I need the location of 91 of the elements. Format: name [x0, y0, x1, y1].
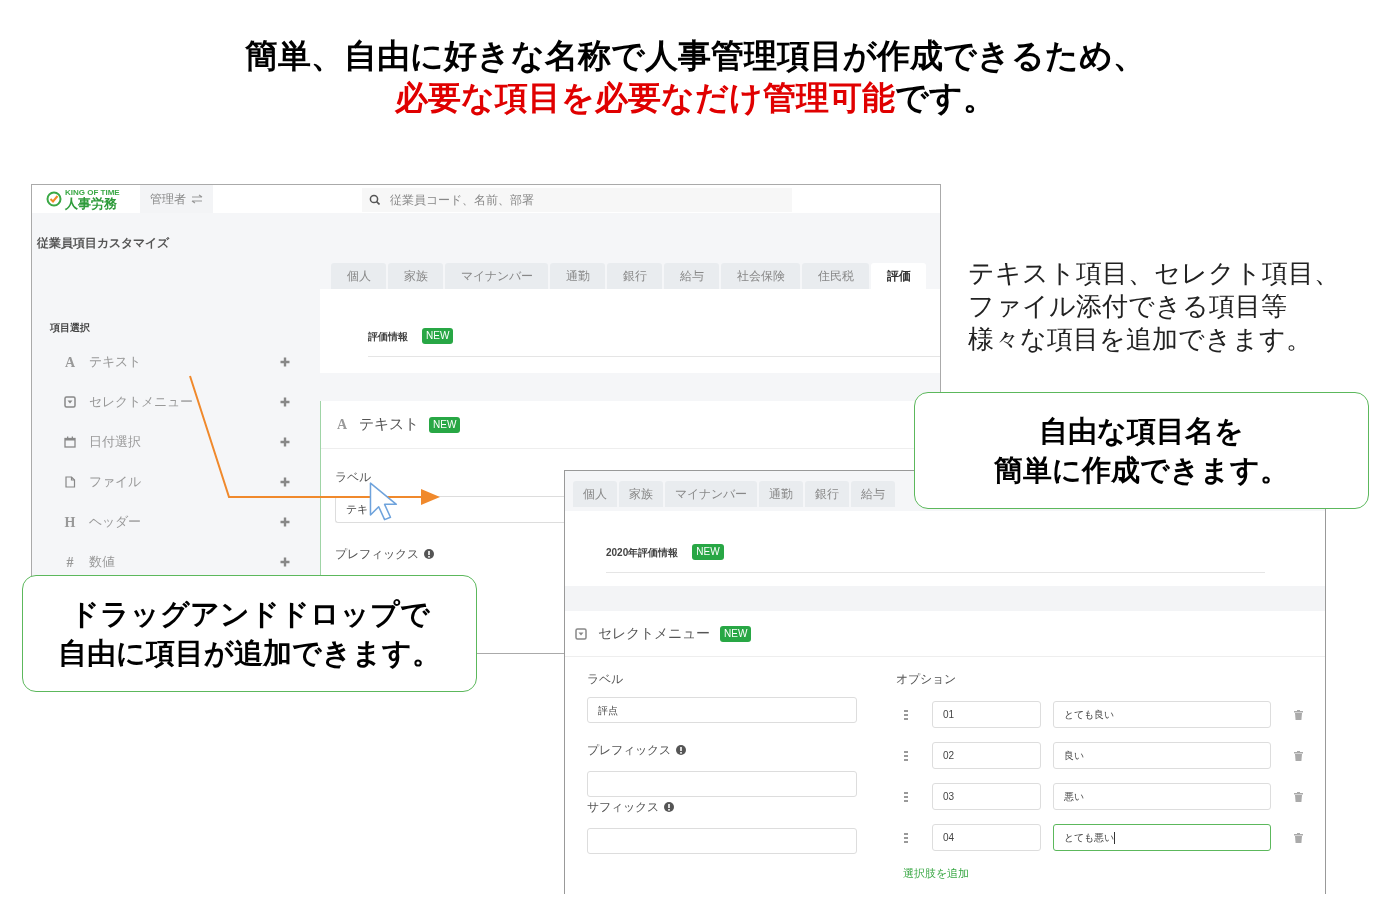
- drag-handle-icon: [904, 709, 908, 720]
- prefix-input[interactable]: [587, 771, 857, 797]
- palette-item[interactable]: ファイル: [89, 472, 280, 492]
- field-caption: ラベル: [335, 469, 371, 486]
- plus-icon: [280, 357, 290, 367]
- logo-caption: KING OF TIME: [65, 188, 120, 197]
- field-caption: プレフィックス: [587, 742, 671, 759]
- field-type-icon: A: [335, 414, 349, 435]
- option-code-input[interactable]: 02: [932, 742, 1041, 769]
- option-code-input[interactable]: 03: [932, 783, 1041, 810]
- new-badge: NEW: [422, 328, 454, 344]
- headline: 必要な項目を必要なだけ管理可能です。: [394, 78, 997, 118]
- tab[interactable]: 社会保険: [721, 263, 800, 289]
- info-icon: [424, 549, 434, 559]
- calendar-icon: [64, 436, 76, 448]
- callout-text: ドラッグアンドドロップで: [69, 596, 430, 632]
- field-caption: プレフィックス: [335, 546, 419, 563]
- tab[interactable]: 個人: [573, 481, 617, 507]
- page-title: 従業員項目カスタマイズ: [37, 235, 169, 252]
- plus-icon: [280, 477, 290, 487]
- search-icon: [369, 194, 380, 205]
- tab[interactable]: 通勤: [759, 481, 803, 507]
- plus-icon: [280, 517, 290, 527]
- tab[interactable]: 給与: [664, 263, 719, 289]
- trash-icon: [1294, 750, 1303, 761]
- trash-icon: [1294, 791, 1303, 802]
- trash-icon: [1294, 709, 1303, 720]
- palette-item[interactable]: 日付選択: [89, 432, 280, 452]
- label-input[interactable]: 評点: [587, 697, 857, 723]
- info-icon: [676, 745, 686, 755]
- palette-item[interactable]: ヘッダー: [89, 512, 280, 532]
- option-label-input[interactable]: とても悪い: [1053, 824, 1271, 851]
- description-text: 様々な項目を追加できます。: [968, 323, 1312, 356]
- option-label-input[interactable]: とても良い: [1053, 701, 1271, 728]
- dropdown-icon: [64, 396, 76, 408]
- drag-handle-icon: [904, 750, 908, 761]
- cursor-icon: [369, 482, 399, 522]
- description-text: テキスト項目、セレクト項目、: [968, 257, 1340, 290]
- tab[interactable]: 住民税: [802, 263, 869, 289]
- plus-icon: [280, 397, 290, 407]
- logo-text: 人事労務: [65, 196, 118, 210]
- new-badge: NEW: [720, 625, 752, 642]
- tab[interactable]: 家族: [619, 481, 663, 507]
- callout-text: 簡単に作成できます。: [994, 452, 1289, 488]
- section-title: 評価情報: [368, 329, 408, 344]
- drag-handle-icon: [904, 791, 908, 802]
- info-icon: [664, 802, 674, 812]
- logo-mark-icon: [46, 191, 62, 207]
- callout-text: 自由に項目が追加できます。: [58, 635, 441, 671]
- tab[interactable]: 家族: [388, 263, 443, 289]
- field-caption: オプション: [896, 671, 956, 688]
- palette-title: 項目選択: [50, 321, 90, 335]
- tab[interactable]: 銀行: [607, 263, 662, 289]
- palette-item[interactable]: 数値: [89, 552, 280, 572]
- field-type-icon: #: [63, 551, 77, 573]
- headline: 簡単、自由に好きな名称で人事管理項目が作成できるため、: [244, 36, 1147, 76]
- field-caption: サフィックス: [587, 799, 659, 816]
- add-option-link[interactable]: 選択肢を追加: [903, 865, 969, 882]
- option-label-input[interactable]: 悪い: [1053, 783, 1271, 810]
- drag-handle-icon: [904, 832, 908, 843]
- dropdown-icon: [575, 627, 587, 640]
- callout-text: 自由な項目名を: [1039, 413, 1244, 449]
- description-text: ファイル添付できる項目等: [968, 290, 1287, 323]
- plus-icon: [280, 437, 290, 447]
- tab[interactable]: マイナンバー: [445, 263, 548, 289]
- tab[interactable]: 個人: [331, 263, 386, 289]
- section-title: 2020年評価情報: [606, 545, 679, 560]
- tab[interactable]: 銀行: [805, 481, 849, 507]
- tab[interactable]: 給与: [851, 481, 895, 507]
- field-title: セレクトメニュー: [598, 624, 710, 643]
- option-code-input[interactable]: 04: [932, 824, 1041, 851]
- field-type-icon: A: [63, 351, 77, 373]
- role-switch-button[interactable]: 管理者: [140, 185, 213, 213]
- field-type-icon: H: [63, 511, 77, 533]
- swap-icon: [191, 194, 203, 204]
- trash-icon: [1294, 832, 1303, 843]
- palette-item[interactable]: テキスト: [89, 352, 280, 372]
- field-caption: ラベル: [587, 671, 623, 688]
- field-title: テキスト: [359, 414, 419, 435]
- palette-item[interactable]: セレクトメニュー: [89, 392, 280, 412]
- suffix-input[interactable]: [587, 828, 857, 854]
- new-badge: NEW: [692, 544, 724, 560]
- tab[interactable]: 通勤: [550, 263, 605, 289]
- tab[interactable]: 評価: [871, 263, 926, 289]
- tab[interactable]: マイナンバー: [665, 481, 757, 507]
- search-field[interactable]: 従業員コード、名前、部署: [362, 188, 792, 212]
- option-label-input[interactable]: 良い: [1053, 742, 1271, 769]
- plus-icon: [280, 557, 290, 567]
- option-code-input[interactable]: 01: [932, 701, 1041, 728]
- file-icon: [64, 476, 76, 488]
- new-badge: NEW: [429, 416, 461, 433]
